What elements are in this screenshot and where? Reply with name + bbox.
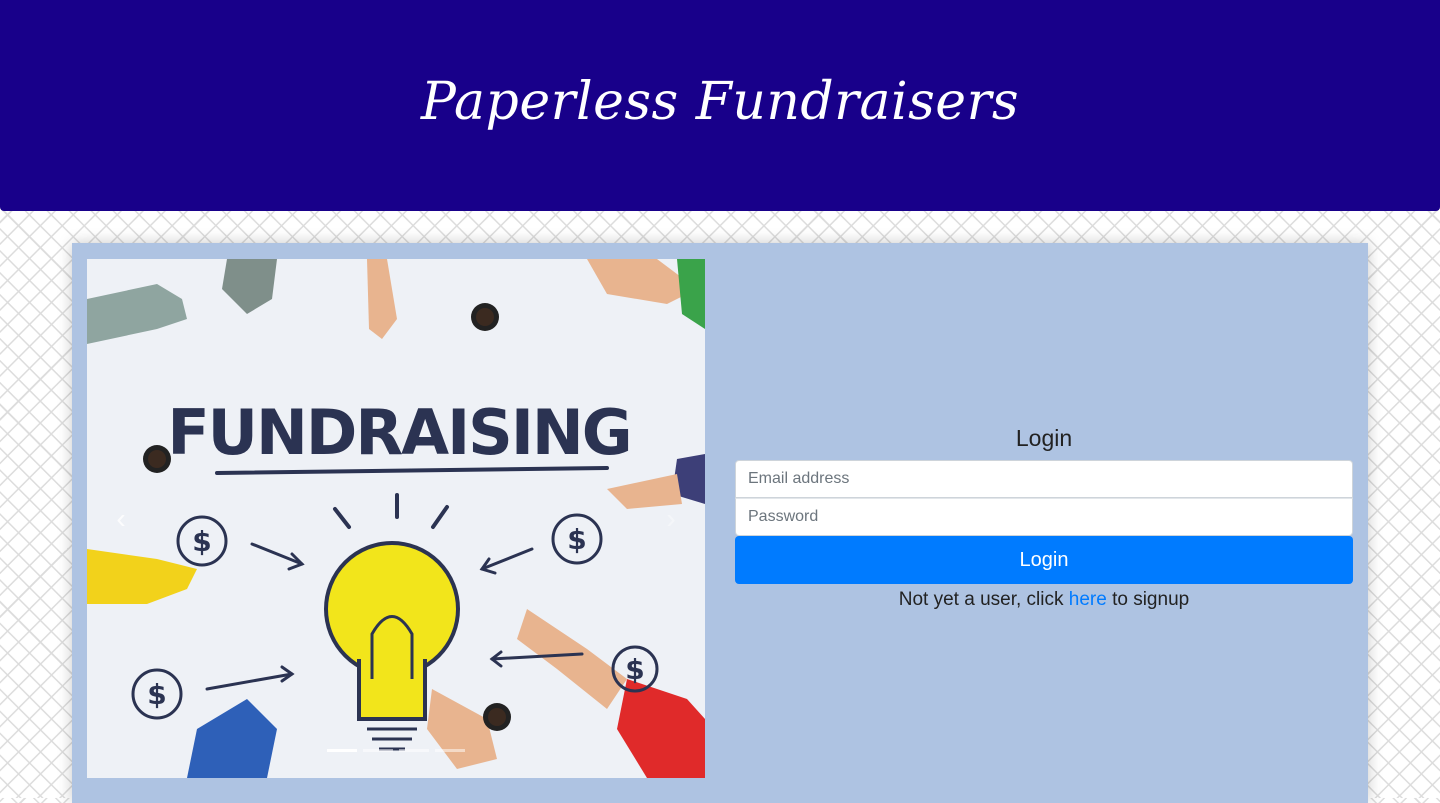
- site-header: Paperless Fundraisers: [0, 0, 1440, 211]
- site-title: Paperless Fundraisers: [420, 71, 1020, 132]
- svg-text:$: $: [192, 525, 211, 558]
- login-button[interactable]: Login: [735, 536, 1353, 584]
- carousel-indicator[interactable]: [327, 749, 357, 752]
- illustration-word: FUNDRAISING: [167, 396, 630, 469]
- email-field[interactable]: [735, 460, 1353, 498]
- login-form: Login Login Not yet a user, click here t…: [735, 423, 1353, 612]
- signup-prefix: Not yet a user, click: [898, 589, 1069, 610]
- carousel-indicators: [87, 749, 705, 752]
- login-heading: Login: [1015, 425, 1073, 451]
- carousel-indicator[interactable]: [435, 749, 465, 752]
- signup-link[interactable]: here: [1069, 589, 1107, 610]
- signup-suffix: to signup: [1106, 589, 1190, 610]
- svg-text:$: $: [567, 523, 586, 556]
- image-carousel: FUNDRAISING $ $ $ $ ‹ ›: [87, 259, 705, 778]
- signup-prompt: Not yet a user, click here to signup: [735, 588, 1353, 612]
- password-field[interactable]: [735, 498, 1353, 536]
- fundraising-illustration: FUNDRAISING $ $ $ $: [87, 259, 705, 778]
- carousel-indicator[interactable]: [399, 749, 429, 752]
- svg-text:$: $: [147, 678, 166, 711]
- carousel-prev-icon[interactable]: ‹: [101, 499, 141, 539]
- carousel-indicator[interactable]: [363, 749, 393, 752]
- carousel-next-icon[interactable]: ›: [651, 499, 691, 539]
- svg-text:$: $: [625, 653, 644, 686]
- login-card: FUNDRAISING $ $ $ $ ‹ › Login Email addr…: [72, 243, 1368, 803]
